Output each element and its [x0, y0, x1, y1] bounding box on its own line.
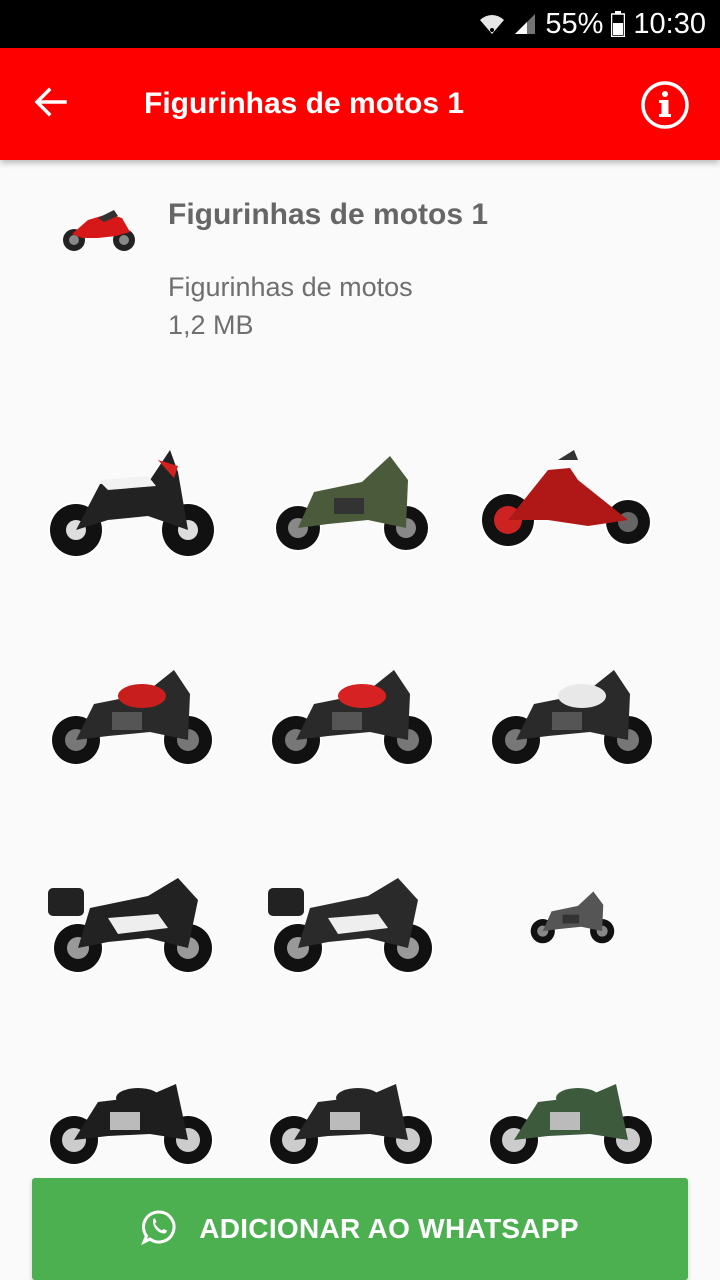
clock: 10:30 — [633, 7, 706, 40]
pack-header: Figurinhas de motos 1 Figurinhas de moto… — [0, 160, 720, 360]
dirt-bike-sticker[interactable] — [38, 420, 228, 570]
app-bar-title: Figurinhas de motos 1 — [144, 87, 465, 120]
pack-publisher: Figurinhas de motos — [168, 272, 413, 302]
whatsapp-icon — [141, 1209, 177, 1250]
adventure-bike-green-sticker[interactable] — [258, 420, 448, 570]
arrow-back-icon — [33, 87, 67, 122]
touring-black-2-sticker[interactable] — [258, 838, 448, 988]
info-icon — [640, 81, 690, 134]
sticker-grid — [0, 380, 720, 1180]
status-bar: 55% 10:30 — [0, 0, 720, 48]
pack-title: Figurinhas de motos 1 — [168, 198, 489, 231]
naked-red-sticker[interactable] — [258, 632, 448, 782]
classic-black-2-sticker[interactable] — [258, 1032, 448, 1180]
app-bar: Figurinhas de motos 1 — [0, 48, 720, 160]
chopper-sticker[interactable] — [478, 420, 668, 570]
battery-percent: 55% — [545, 7, 604, 40]
signal-icon — [513, 12, 537, 36]
scrambler-red-sticker[interactable] — [38, 632, 228, 782]
add-to-whatsapp-label: ADICIONAR AO WHATSAPP — [199, 1213, 579, 1244]
wifi-icon — [479, 12, 505, 36]
pack-size: 1,2 MB — [168, 310, 254, 340]
classic-green-sticker[interactable] — [478, 1032, 668, 1180]
add-to-whatsapp-button[interactable]: ADICIONAR AO WHATSAPP — [32, 1178, 688, 1280]
battery-icon — [611, 11, 626, 37]
back-button[interactable] — [22, 76, 78, 132]
pack-tray-icon — [58, 204, 140, 254]
touring-black-sticker[interactable] — [38, 838, 228, 988]
classic-black-sticker[interactable] — [38, 1032, 228, 1180]
adventure-small-sticker[interactable] — [521, 872, 626, 955]
naked-white-sticker[interactable] — [478, 632, 668, 782]
info-button[interactable] — [640, 80, 690, 130]
